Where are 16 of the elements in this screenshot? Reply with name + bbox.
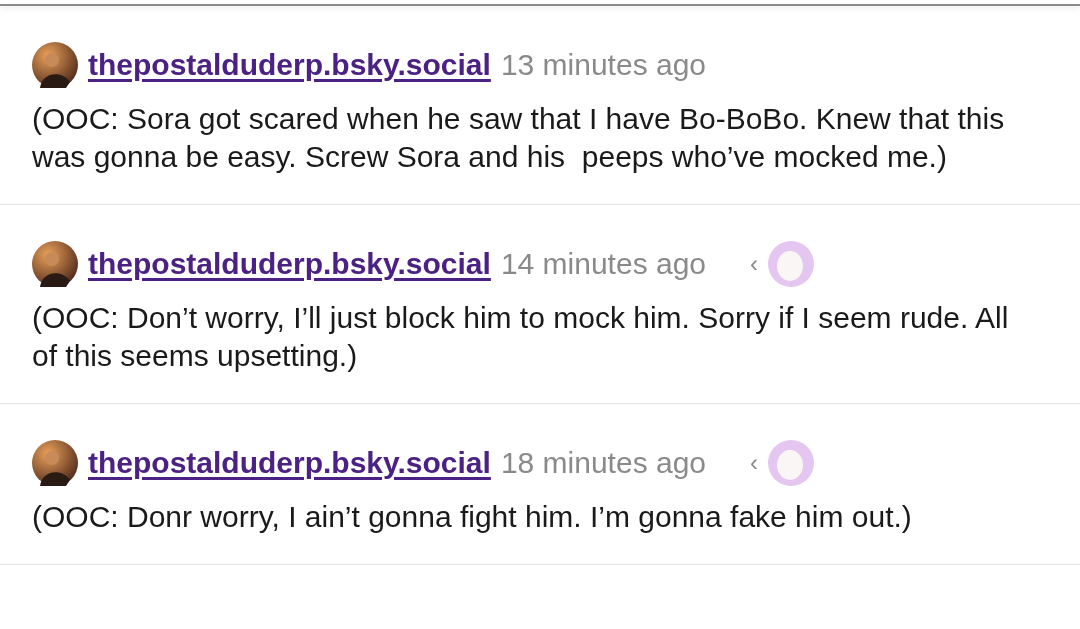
comment-text: (OOC: Sora got scared when he saw that I have Bo-BoBo. Knew that this was gonna be easy. Screw Sora and his peeps who’ve mocked me.) bbox=[32, 101, 1006, 175]
avatar-icon bbox=[768, 241, 815, 287]
avatar-icon bbox=[32, 42, 78, 88]
username-link[interactable]: thepostalduderp.bsky.social bbox=[88, 48, 491, 82]
avatar-icon bbox=[32, 440, 78, 486]
avatar-icon bbox=[32, 241, 78, 287]
timestamp: 14 minutes ago bbox=[500, 247, 707, 281]
comment-text: (OOC: Don’t worry, I’ll just block him to mock him. Sorry if I seem rude. All of this seems upsetting.) bbox=[32, 300, 1010, 374]
username-link[interactable]: thepostalduderp.bsky.social bbox=[88, 247, 491, 281]
timestamp: 13 minutes ago bbox=[500, 48, 707, 82]
reply-marker: ‹ bbox=[750, 250, 759, 278]
avatar-icon bbox=[768, 440, 815, 486]
comment-text: (OOC: Donr worry, I ain’t gonna fight him. I’m gonna fake him out.) bbox=[32, 499, 913, 535]
timestamp: 18 minutes ago bbox=[500, 446, 707, 480]
reply-marker: ‹ bbox=[750, 449, 759, 477]
username-link[interactable]: thepostalduderp.bsky.social bbox=[88, 446, 491, 480]
